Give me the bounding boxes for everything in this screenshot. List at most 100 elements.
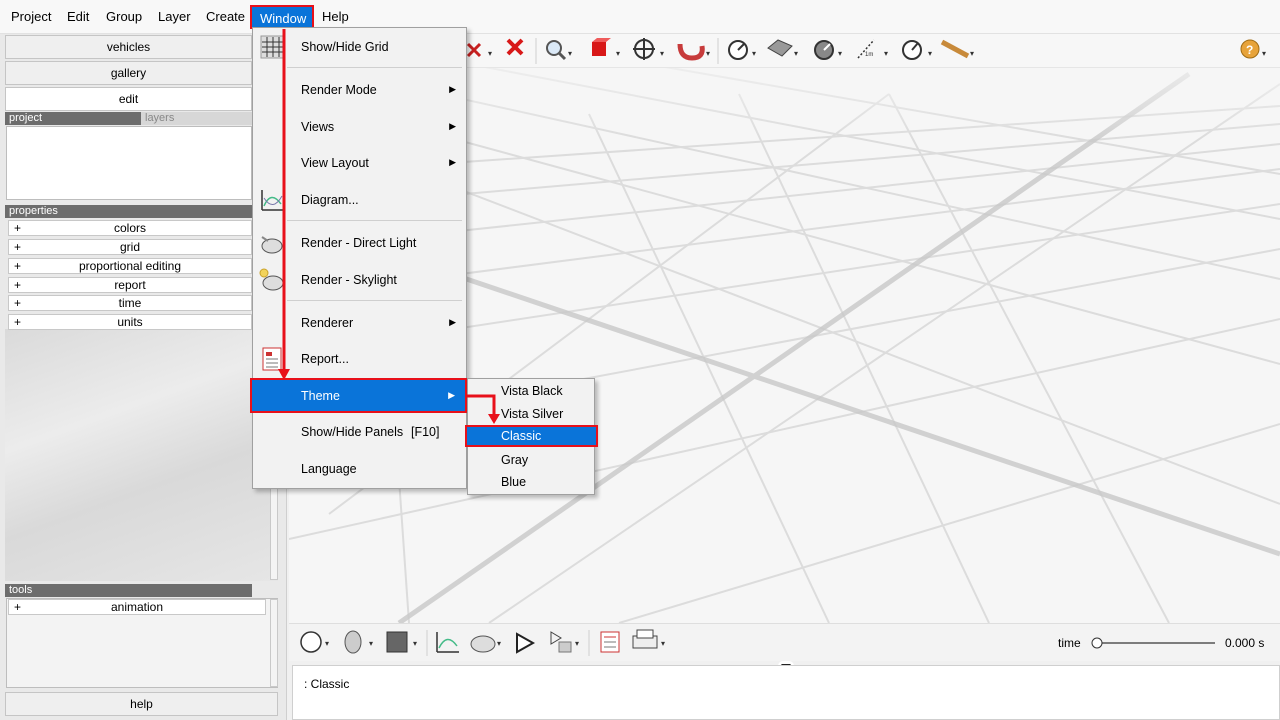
theme-gray[interactable]: Gray bbox=[468, 449, 594, 471]
head-icon[interactable]: ▾ bbox=[344, 630, 373, 654]
svg-text:?: ? bbox=[1246, 43, 1253, 57]
menu-item-render-mode[interactable]: Render Mode ▶ bbox=[253, 75, 466, 105]
render-frames-icon[interactable]: ▾ bbox=[550, 631, 579, 653]
bottom-toolbar: ▾ ▾ ▾ ▾ ▾ ▾ time 0.000 s bbox=[289, 623, 1280, 661]
menu-item-render-skylight[interactable]: Render - Skylight bbox=[253, 265, 466, 295]
time-slider-knob[interactable] bbox=[1091, 637, 1103, 649]
svg-text:▾: ▾ bbox=[884, 49, 888, 58]
tool-animation[interactable]: + animation bbox=[8, 599, 266, 615]
property-grid[interactable]: + grid bbox=[8, 239, 252, 255]
menu-item-report[interactable]: Report... bbox=[253, 344, 466, 374]
theme-classic[interactable]: Classic bbox=[465, 425, 598, 447]
help-button[interactable]: help bbox=[5, 692, 278, 716]
menu-window[interactable]: Window bbox=[250, 5, 315, 29]
play-icon[interactable] bbox=[516, 632, 536, 654]
menu-group[interactable]: Group bbox=[106, 9, 142, 24]
teapot-icon[interactable]: ▾ bbox=[470, 635, 501, 653]
status-log: : Classic bbox=[292, 665, 1280, 720]
circle-icon[interactable]: ▾ bbox=[300, 631, 329, 653]
delete-icon[interactable] bbox=[506, 38, 524, 56]
properties-background bbox=[5, 329, 278, 581]
svg-text:▾: ▾ bbox=[706, 49, 710, 58]
print-icon[interactable]: ▾ bbox=[632, 629, 665, 649]
submenu-arrow-icon: ▶ bbox=[449, 84, 456, 94]
tools-scrollbar[interactable] bbox=[270, 599, 278, 687]
diagram-icon bbox=[261, 190, 284, 211]
property-label: proportional editing bbox=[78, 259, 182, 273]
menu-help[interactable]: Help bbox=[322, 9, 349, 24]
gallery-button[interactable]: gallery bbox=[5, 61, 252, 85]
theme-submenu: Vista Black Vista Silver Classic Gray Bl… bbox=[465, 378, 598, 495]
menu-item-views[interactable]: Views ▶ bbox=[253, 112, 466, 142]
menu-item-shortcut: [F10] bbox=[411, 425, 440, 439]
speedometer-icon[interactable]: ▾ bbox=[902, 40, 932, 60]
menu-layer[interactable]: Layer bbox=[158, 9, 191, 24]
expand-icon[interactable]: + bbox=[14, 315, 21, 329]
pan-icon[interactable]: ▾ bbox=[633, 38, 664, 60]
property-units[interactable]: + units bbox=[8, 314, 252, 330]
menu-item-language[interactable]: Language bbox=[253, 454, 466, 484]
submenu-arrow-icon: ▶ bbox=[449, 121, 456, 131]
menu-item-label: View Layout bbox=[301, 156, 369, 170]
svg-text:▾: ▾ bbox=[369, 639, 373, 648]
expand-icon[interactable]: + bbox=[14, 240, 21, 254]
menu-item-render-direct-light[interactable]: Render - Direct Light bbox=[253, 228, 466, 258]
menu-item-label: Render Mode bbox=[301, 83, 377, 97]
theme-label: Vista Black bbox=[501, 384, 563, 398]
property-report[interactable]: + report bbox=[8, 277, 252, 293]
property-proportional-editing[interactable]: + proportional editing bbox=[8, 258, 252, 274]
menu-edit[interactable]: Edit bbox=[67, 9, 89, 24]
expand-icon[interactable]: + bbox=[14, 600, 21, 614]
property-colors[interactable]: + colors bbox=[8, 220, 252, 236]
theme-label: Vista Silver bbox=[501, 407, 564, 421]
meter-icon[interactable]: ▾ bbox=[814, 40, 842, 60]
properties-header: properties bbox=[5, 205, 252, 218]
property-label: time bbox=[118, 296, 142, 310]
color-swatch-icon[interactable]: ▾ bbox=[386, 631, 417, 653]
property-time[interactable]: + time bbox=[8, 295, 252, 311]
project-tree[interactable] bbox=[6, 126, 252, 200]
edit-button[interactable]: edit bbox=[5, 87, 252, 111]
diagram-icon[interactable] bbox=[436, 632, 459, 653]
zoom-icon[interactable]: ▾ bbox=[546, 40, 572, 61]
magnet-icon[interactable]: ▾ bbox=[677, 43, 710, 61]
menu-item-theme[interactable]: Theme ▶ bbox=[250, 378, 467, 413]
left-panel: vehicles gallery edit project layers pro… bbox=[0, 34, 287, 720]
menu-project[interactable]: Project bbox=[11, 9, 51, 24]
move-icon[interactable]: ▾ bbox=[466, 42, 492, 58]
menu-item-show-hide-panels[interactable]: Show/Hide Panels [F10] bbox=[253, 417, 466, 447]
menu-create[interactable]: Create bbox=[206, 9, 245, 24]
gauge-icon[interactable]: ▾ bbox=[728, 40, 756, 60]
tab-project[interactable]: project bbox=[9, 112, 42, 124]
menu-item-diagram[interactable]: Diagram... bbox=[253, 185, 466, 215]
expand-icon[interactable]: + bbox=[14, 221, 21, 235]
tool-label: animation bbox=[110, 600, 164, 614]
menu-item-renderer[interactable]: Renderer ▶ bbox=[253, 308, 466, 338]
measure-icon[interactable]: 1m ▾ bbox=[857, 39, 888, 59]
expand-icon[interactable]: + bbox=[14, 278, 21, 292]
theme-vista-silver[interactable]: Vista Silver bbox=[468, 403, 594, 425]
vehicles-button[interactable]: vehicles bbox=[5, 35, 252, 59]
help-icon[interactable]: ? ▾ bbox=[1240, 39, 1266, 59]
top-toolbar: ▾ ▾ ▾ ▾ ▾ ▾ ▾ ▾ 1m ▾ ▾ ▾ ? ▾ bbox=[466, 34, 1280, 68]
theme-blue[interactable]: Blue bbox=[468, 471, 594, 493]
ruler-icon[interactable]: ▾ bbox=[940, 39, 974, 59]
tab-layers[interactable]: layers bbox=[141, 112, 252, 125]
property-label: report bbox=[114, 278, 146, 292]
menu-item-label: Language bbox=[301, 462, 357, 476]
menu-item-view-layout[interactable]: View Layout ▶ bbox=[253, 148, 466, 178]
menu-item-label: Render - Direct Light bbox=[301, 236, 417, 250]
menu-item-show-hide-grid[interactable]: Show/Hide Grid bbox=[253, 32, 466, 62]
surface-icon[interactable]: ▾ bbox=[767, 39, 798, 58]
expand-icon[interactable]: + bbox=[14, 296, 21, 310]
tools-header: tools bbox=[5, 584, 252, 597]
submenu-arrow-icon: ▶ bbox=[449, 317, 456, 327]
theme-vista-black[interactable]: Vista Black bbox=[468, 380, 594, 402]
submenu-arrow-icon: ▶ bbox=[448, 390, 455, 400]
project-layers-tabs: project layers bbox=[5, 112, 252, 125]
report-icon[interactable] bbox=[600, 631, 620, 653]
cube-icon[interactable]: ▾ bbox=[592, 38, 620, 58]
status-text: : Classic bbox=[304, 677, 350, 691]
expand-icon[interactable]: + bbox=[14, 259, 21, 273]
property-label: grid bbox=[119, 240, 140, 254]
